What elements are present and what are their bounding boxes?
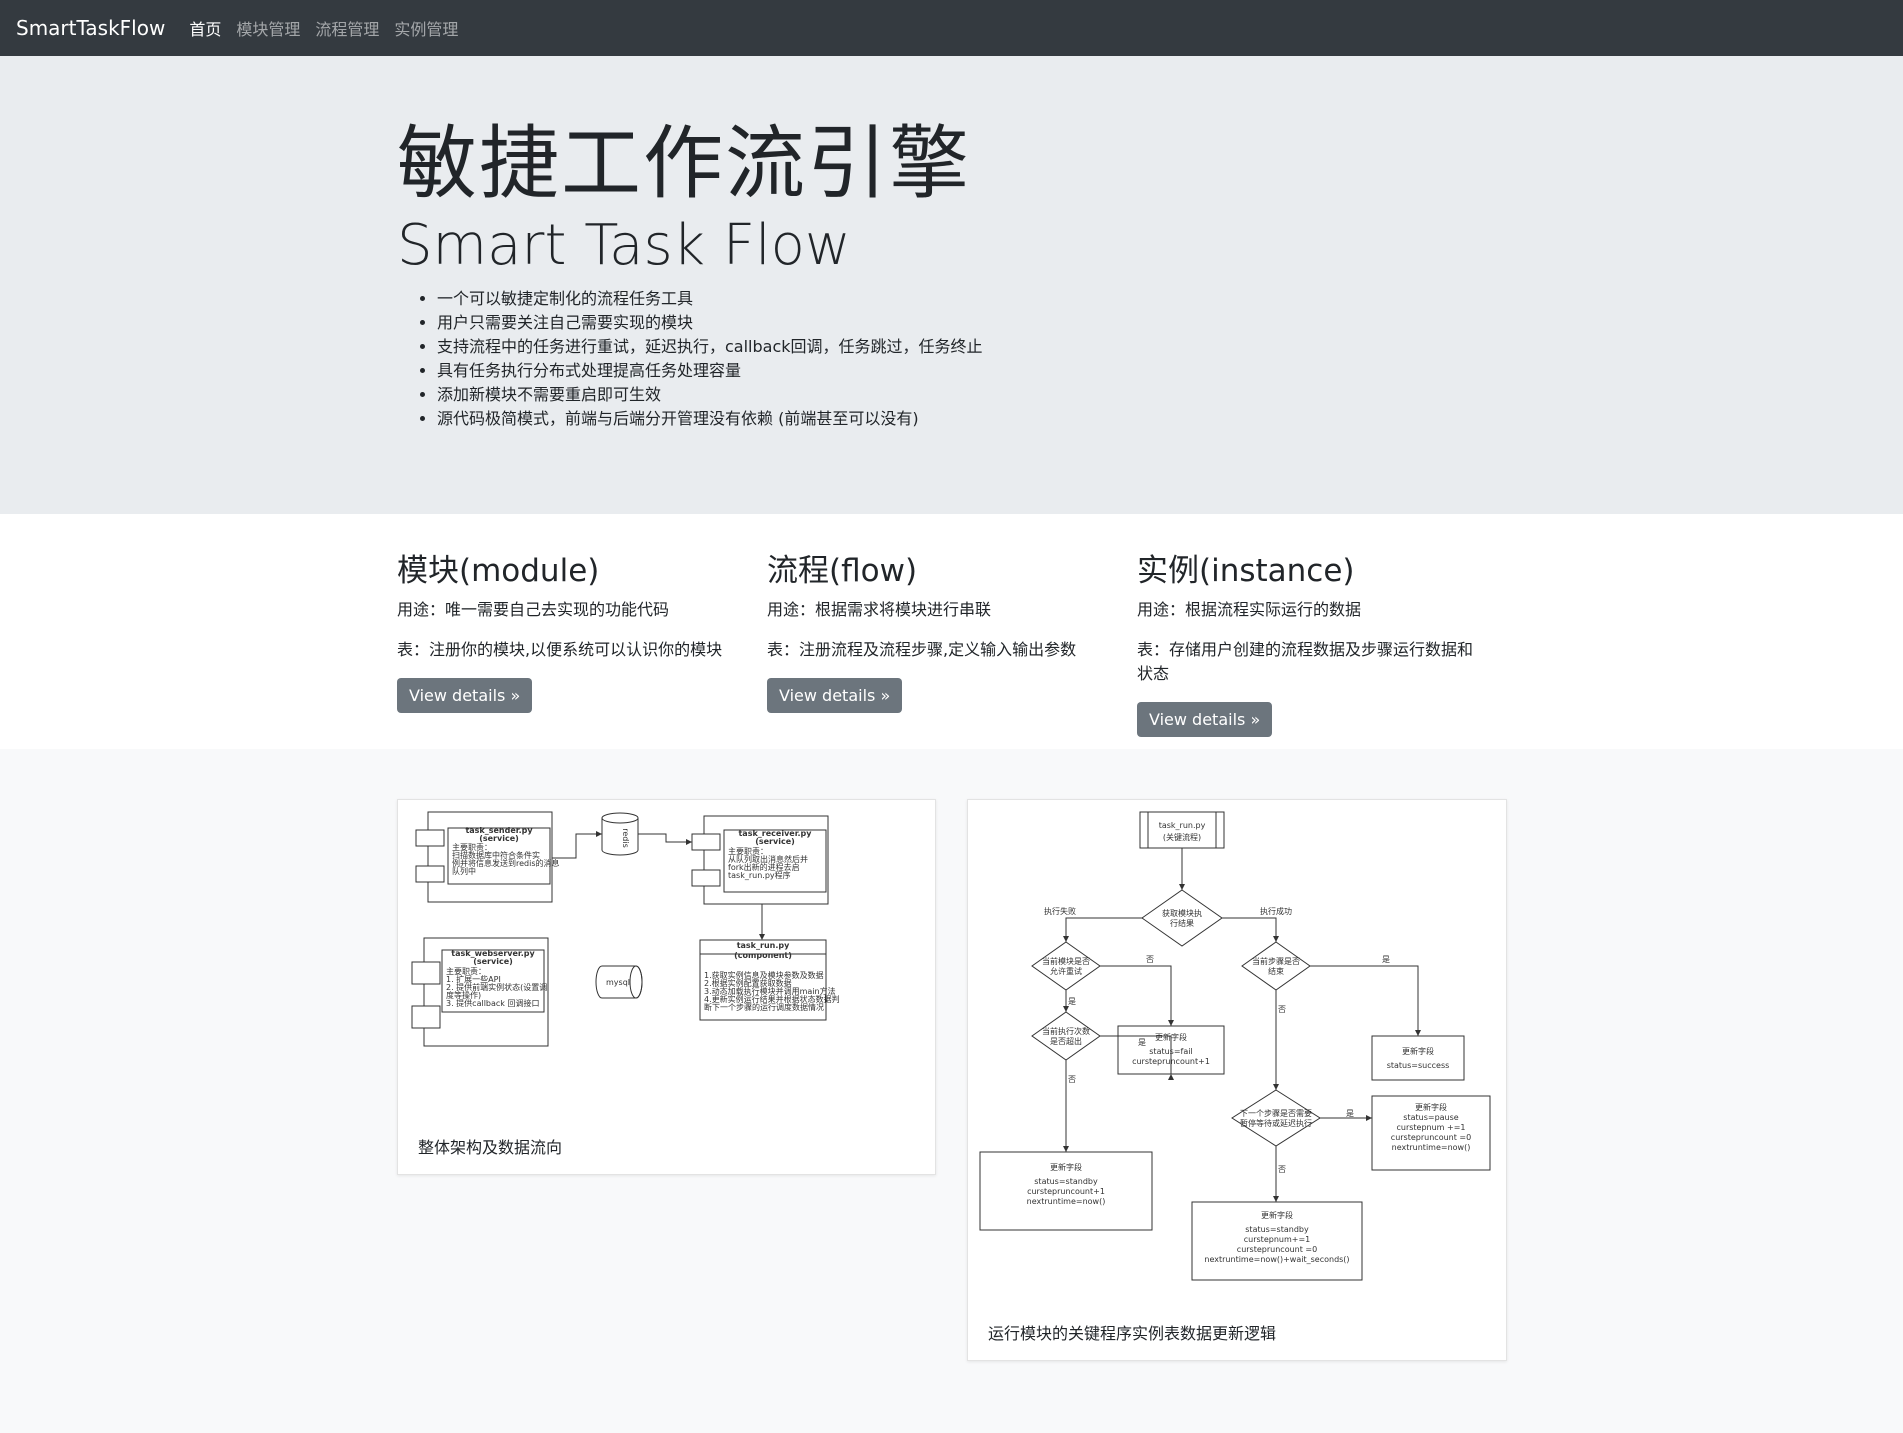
no-label: 否	[1068, 1075, 1076, 1084]
receiver-subtitle: (service)	[755, 837, 795, 846]
box-standby1: 更新字段	[1050, 1162, 1082, 1172]
yes-label: 是	[1068, 997, 1076, 1006]
webserver-body: 3. 提供callback 回调接口	[446, 998, 539, 1008]
module-column: 模块(module) 用途：唯一需要自己去实现的功能代码 表：注册你的模块,以便…	[397, 545, 767, 737]
hero-jumbotron: 敏捷工作流引擎 Smart Task Flow 一个可以敏捷定制化的流程任务工具…	[0, 56, 1903, 514]
box-success: status=success	[1387, 1061, 1450, 1070]
column-usage: 用途：根据需求将模块进行串联	[767, 600, 992, 619]
concept-columns: 模块(module) 用途：唯一需要自己去实现的功能代码 表：注册你的模块,以便…	[397, 545, 1507, 737]
logic-caption: 运行模块的关键程序实例表数据更新逻辑	[988, 1324, 1277, 1343]
hero-content: 敏捷工作流引擎 Smart Task Flow 一个可以敏捷定制化的流程任务工具…	[397, 120, 1507, 431]
diagram-gallery: task_sender.py (service) 主要职责： 扫描数据库中符合条…	[0, 749, 1903, 1433]
instance-view-details-button[interactable]: View details »	[1137, 702, 1273, 737]
decision-retry: 允许重试	[1050, 966, 1082, 976]
webserver-subtitle: (service)	[473, 957, 513, 966]
no-label: 否	[1146, 955, 1154, 964]
run-subtitle: (component)	[734, 951, 792, 960]
feature-list: 一个可以敏捷定制化的流程任务工具 用户只需要关注自己需要实现的模块 支持流程中的…	[397, 287, 1507, 431]
yes-label: 是	[1138, 1038, 1146, 1047]
decision-last: 当前步骤是否	[1252, 956, 1300, 966]
box-pause: curstepruncount =0	[1391, 1133, 1471, 1142]
module-view-details-button[interactable]: View details »	[397, 678, 533, 713]
mysql-label: mysql	[606, 978, 630, 987]
hero-title-cn: 敏捷工作流引擎	[397, 117, 971, 210]
column-table-desc: 表：注册流程及流程步骤,定义输入输出参数	[767, 640, 1077, 659]
no-label: 否	[1278, 1005, 1286, 1014]
box-fail: 更新字段	[1155, 1032, 1187, 1042]
nav-module-management[interactable]: 模块管理	[236, 16, 300, 40]
decision-last: 结束	[1268, 966, 1284, 976]
column-usage: 用途：唯一需要自己去实现的功能代码	[397, 600, 670, 619]
box-standby2: 更新字段	[1261, 1210, 1293, 1220]
instance-column: 实例(instance) 用途：根据流程实际运行的数据 表：存储用户创建的流程数…	[1137, 545, 1507, 737]
run-body: 断下一个步骤的运行调度数据情况	[704, 1002, 824, 1012]
hero-title-en: Smart Task Flow	[397, 213, 851, 278]
fail-branch-label: 执行失败	[1044, 906, 1076, 916]
brand-logo-text[interactable]: SmartTaskFlow	[16, 16, 165, 40]
sender-body: 队列中	[452, 866, 476, 876]
decision-count: 是否超出	[1050, 1036, 1082, 1046]
box-pause: status=pause	[1403, 1113, 1459, 1122]
decision-main: 行结果	[1170, 918, 1194, 928]
box-standby1: nextruntime=now()	[1027, 1197, 1106, 1206]
box-pause: 更新字段	[1415, 1102, 1447, 1112]
column-table-desc: 表：注册你的模块,以便系统可以认识你的模块	[397, 640, 723, 659]
yes-label: 是	[1382, 955, 1390, 964]
feature-item: 添加新模块不需要重启即可生效	[437, 383, 1507, 407]
top-box-label: (关键流程)	[1163, 832, 1201, 842]
top-navbar: SmartTaskFlow 首页 模块管理 流程管理 实例管理	[0, 0, 1903, 56]
sender-subtitle: (service)	[479, 834, 519, 843]
box-fail: status=fail	[1149, 1047, 1192, 1056]
column-usage: 用途：根据流程实际运行的数据	[1137, 600, 1362, 619]
box-standby2: curstepruncount =0	[1237, 1245, 1317, 1254]
column-title: 模块(module)	[397, 553, 600, 589]
feature-item: 具有任务执行分布式处理提高任务处理容量	[437, 359, 1507, 383]
box-fail: curstepruncount+1	[1132, 1057, 1210, 1066]
box-pause: nextruntime=now()	[1392, 1143, 1471, 1152]
top-box-label: task_run.py	[1159, 821, 1206, 830]
architecture-diagram: task_sender.py (service) 主要职责： 扫描数据库中符合条…	[411, 811, 840, 1047]
box-pause: curstepnum +=1	[1396, 1123, 1465, 1132]
decision-retry: 当前模块是否	[1042, 956, 1090, 966]
architecture-caption: 整体架构及数据流向	[418, 1138, 563, 1157]
yes-label: 是	[1346, 1109, 1354, 1118]
box-standby2: nextruntime=now()+wait_seconds()	[1204, 1255, 1349, 1264]
feature-item: 源代码极简模式，前端与后端分开管理没有依赖 (前端甚至可以没有)	[437, 407, 1507, 431]
box-success: 更新字段	[1402, 1046, 1434, 1056]
column-table-desc: 表：存储用户创建的流程数据及步骤运行数据和状态	[1137, 640, 1474, 683]
logic-flowchart: task_run.py (关键流程) 获取模块执 行结果 执行失败 执行成功 当…	[979, 811, 1491, 1281]
flow-column: 流程(flow) 用途：根据需求将模块进行串联 表：注册流程及流程步骤,定义输入…	[767, 545, 1137, 737]
column-title: 实例(instance)	[1137, 553, 1355, 589]
run-title: task_run.py	[737, 941, 790, 950]
nav-home[interactable]: 首页	[189, 16, 221, 40]
logic-card: task_run.py (关键流程) 获取模块执 行结果 执行失败 执行成功 当…	[967, 799, 1507, 1361]
column-title: 流程(flow)	[767, 553, 918, 589]
architecture-card: task_sender.py (service) 主要职责： 扫描数据库中符合条…	[397, 799, 936, 1175]
redis-label: redis	[621, 828, 630, 848]
decision-main: 获取模块执	[1162, 908, 1202, 918]
feature-item: 用户只需要关注自己需要实现的模块	[437, 311, 1507, 335]
box-standby2: status=standby	[1245, 1225, 1309, 1234]
box-standby1: status=standby	[1034, 1177, 1098, 1186]
decision-next: 下一个步骤是否需要	[1240, 1109, 1312, 1118]
feature-item: 支持流程中的任务进行重试，延迟执行，callback回调，任务跳过，任务终止	[437, 335, 1507, 359]
no-label: 否	[1278, 1165, 1286, 1174]
feature-item: 一个可以敏捷定制化的流程任务工具	[437, 287, 1507, 311]
flow-view-details-button[interactable]: View details »	[767, 678, 903, 713]
receiver-body: task_run.py程序	[728, 870, 791, 880]
decision-count: 当前执行次数	[1042, 1026, 1090, 1036]
success-branch-label: 执行成功	[1260, 906, 1292, 916]
box-standby2: curstepnum+=1	[1244, 1235, 1311, 1244]
nav-flow-management[interactable]: 流程管理	[315, 16, 379, 40]
box-standby1: curstepruncount+1	[1027, 1187, 1105, 1196]
decision-next: 暂停等待或延迟执行	[1240, 1118, 1312, 1128]
nav-instance-management[interactable]: 实例管理	[394, 16, 458, 40]
